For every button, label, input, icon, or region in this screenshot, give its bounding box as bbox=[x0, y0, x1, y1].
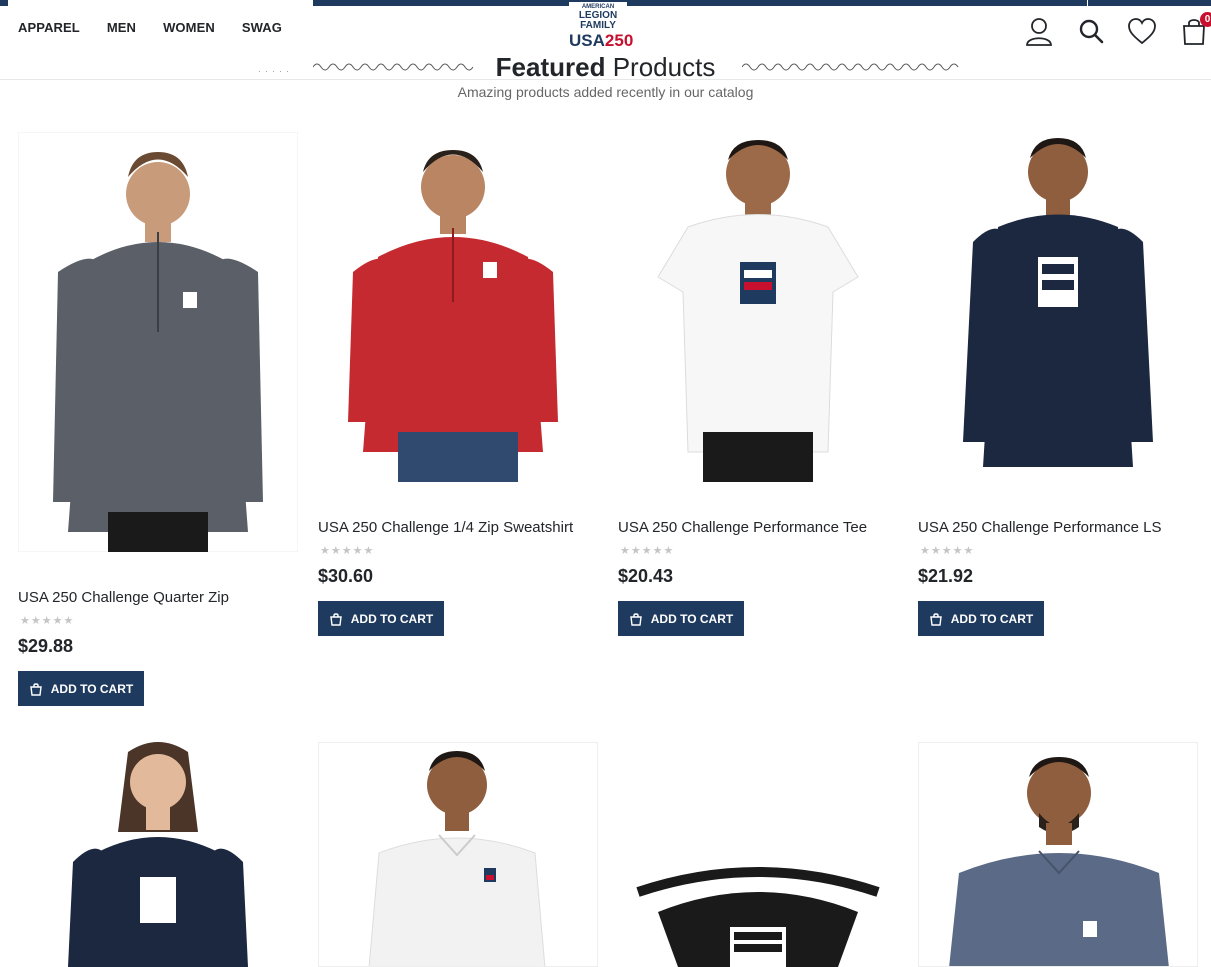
product-card bbox=[318, 742, 598, 967]
logo-usa: USA bbox=[569, 31, 605, 50]
add-to-cart-button[interactable]: ADD TO CART bbox=[918, 601, 1044, 636]
add-to-cart-button[interactable]: ADD TO CART bbox=[18, 671, 144, 706]
add-to-cart-label: ADD TO CART bbox=[50, 681, 134, 696]
product-card: USA 250 Challenge Performance LS ★★★★★ $… bbox=[918, 132, 1198, 652]
bag-icon bbox=[29, 682, 42, 696]
site-logo[interactable]: AMERICAN LEGION FAMILY USA250 bbox=[569, 2, 633, 54]
bag-icon bbox=[629, 612, 642, 626]
product-card bbox=[618, 742, 898, 967]
product-name[interactable]: USA 250 Challenge 1/4 Zip Sweatshirt bbox=[318, 519, 573, 536]
rating-stars: ★★★★★ bbox=[620, 545, 675, 557]
nav-item-women[interactable]: WOMEN bbox=[163, 20, 215, 35]
nav-item-men[interactable]: MEN bbox=[107, 20, 136, 35]
add-to-cart-label: ADD TO CART bbox=[950, 611, 1034, 626]
product-card: USA 250 Challenge Quarter Zip ★★★★★ $29.… bbox=[18, 132, 298, 712]
nav-item-swag[interactable]: SWAG bbox=[242, 20, 282, 35]
add-to-cart-button[interactable]: ADD TO CART bbox=[618, 601, 744, 636]
product-image[interactable] bbox=[918, 742, 1198, 967]
main-nav: APPAREL MEN WOMEN SWAG bbox=[18, 20, 309, 35]
product-name[interactable]: USA 250 Challenge Quarter Zip bbox=[18, 589, 229, 606]
section-subtitle: Amazing products added recently in our c… bbox=[457, 84, 754, 100]
product-image[interactable] bbox=[318, 132, 598, 482]
heart-icon[interactable] bbox=[1125, 14, 1159, 48]
product-card: USA 250 Challenge Performance Tee ★★★★★ … bbox=[618, 132, 898, 652]
product-price: $20.43 bbox=[618, 566, 674, 586]
product-price: $21.92 bbox=[918, 566, 974, 586]
add-to-cart-label: ADD TO CART bbox=[350, 611, 434, 626]
section-title: Featured Products bbox=[0, 52, 1211, 82]
product-card bbox=[918, 742, 1198, 967]
product-price: $30.60 bbox=[318, 566, 374, 586]
product-name[interactable]: USA 250 Challenge Performance LS bbox=[918, 519, 1161, 536]
product-image[interactable] bbox=[618, 742, 898, 967]
section-title-bold: Featured bbox=[495, 52, 606, 82]
product-name[interactable]: USA 250 Challenge Performance Tee bbox=[618, 519, 867, 536]
nav-item-apparel[interactable]: APPAREL bbox=[18, 20, 80, 35]
rating-stars: ★★★★★ bbox=[20, 615, 75, 627]
rating-stars: ★★★★★ bbox=[320, 545, 375, 557]
product-card: USA 250 Challenge 1/4 Zip Sweatshirt ★★★… bbox=[318, 132, 598, 652]
cart-count-badge: 0 bbox=[1200, 12, 1211, 27]
bag-icon bbox=[929, 612, 942, 626]
user-icon[interactable] bbox=[1022, 14, 1056, 48]
product-image[interactable] bbox=[318, 742, 598, 967]
product-price: $29.88 bbox=[18, 636, 74, 656]
cart-icon[interactable]: 0 bbox=[1177, 12, 1211, 48]
product-image[interactable] bbox=[918, 132, 1198, 482]
logo-usa250: USA250 bbox=[569, 31, 633, 50]
section-title-light: Products bbox=[612, 52, 716, 82]
product-card bbox=[18, 742, 298, 967]
product-image[interactable] bbox=[18, 132, 298, 552]
rating-stars: ★★★★★ bbox=[920, 545, 975, 557]
add-to-cart-button[interactable]: ADD TO CART bbox=[318, 601, 444, 636]
logo-line-family: FAMILY bbox=[580, 20, 616, 31]
search-icon[interactable] bbox=[1074, 14, 1108, 48]
product-image[interactable] bbox=[618, 132, 898, 482]
add-to-cart-label: ADD TO CART bbox=[650, 611, 734, 626]
product-image[interactable] bbox=[18, 742, 298, 967]
logo-250: 250 bbox=[604, 31, 634, 50]
bag-icon bbox=[329, 612, 342, 626]
